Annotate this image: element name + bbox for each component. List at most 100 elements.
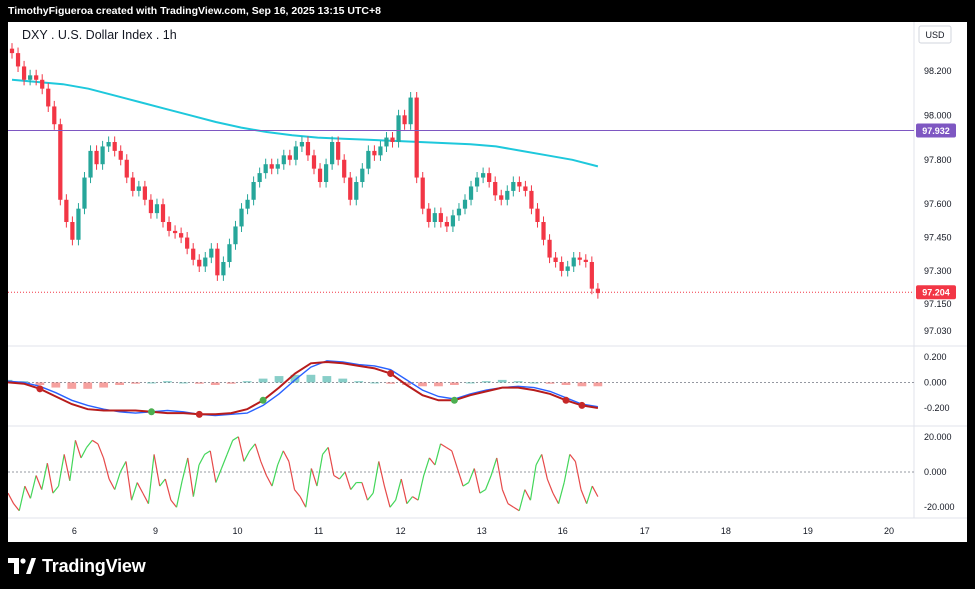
chart-canvas[interactable]: 97.932 97.204 98.200 98.000 97.800 97.600 97.4… <box>3 22 967 542</box>
candle[interactable] <box>426 203 431 228</box>
candle[interactable] <box>82 172 87 215</box>
candle[interactable] <box>583 254 588 268</box>
candle[interactable] <box>58 118 63 206</box>
candle[interactable] <box>438 207 443 228</box>
candle[interactable] <box>378 140 383 161</box>
candle[interactable] <box>106 136 111 152</box>
candle[interactable] <box>366 145 371 175</box>
candle[interactable] <box>493 176 498 201</box>
candle[interactable] <box>191 243 196 266</box>
candle[interactable] <box>396 109 401 148</box>
candle[interactable] <box>384 132 389 152</box>
candle[interactable] <box>529 185 534 215</box>
cross-dot[interactable] <box>147 408 155 416</box>
candle[interactable] <box>185 232 190 255</box>
candle[interactable] <box>481 167 486 184</box>
candle[interactable] <box>215 243 220 281</box>
candle[interactable] <box>154 198 160 219</box>
candle[interactable] <box>9 43 15 59</box>
candle[interactable] <box>209 243 214 264</box>
signal-line[interactable] <box>7 360 599 416</box>
candle[interactable] <box>263 158 268 179</box>
candle[interactable] <box>408 92 413 130</box>
candle[interactable] <box>311 149 317 175</box>
candle[interactable] <box>402 109 407 130</box>
candle[interactable] <box>76 203 81 246</box>
candle[interactable] <box>227 238 232 268</box>
candle[interactable] <box>148 194 154 219</box>
candle[interactable] <box>462 194 468 215</box>
cross-dot[interactable] <box>36 385 44 393</box>
candle[interactable] <box>541 216 546 246</box>
candle[interactable] <box>233 220 238 250</box>
candle[interactable] <box>166 216 172 237</box>
candle[interactable] <box>94 145 99 170</box>
candle[interactable] <box>112 136 117 157</box>
price-pane[interactable] <box>8 43 914 299</box>
candle[interactable] <box>221 256 226 281</box>
candle[interactable] <box>239 203 244 232</box>
cross-dot[interactable] <box>562 396 570 404</box>
candle[interactable] <box>444 216 449 232</box>
candle[interactable] <box>505 185 510 206</box>
candle[interactable] <box>269 158 274 175</box>
candle[interactable] <box>577 252 582 266</box>
candle[interactable] <box>336 136 341 166</box>
candle[interactable] <box>118 145 123 166</box>
candle[interactable] <box>305 136 311 161</box>
candle[interactable] <box>553 252 558 268</box>
candle[interactable] <box>203 252 208 272</box>
cross-dot[interactable] <box>450 396 458 404</box>
cross-dot[interactable] <box>578 401 586 409</box>
candle[interactable] <box>88 145 93 184</box>
candle[interactable] <box>281 149 286 170</box>
candle[interactable] <box>535 203 540 228</box>
candle[interactable] <box>40 74 45 95</box>
candle[interactable] <box>160 198 166 228</box>
candle[interactable] <box>589 256 594 295</box>
candle[interactable] <box>474 172 480 192</box>
candle[interactable] <box>64 194 69 228</box>
candle[interactable] <box>523 180 528 197</box>
candle[interactable] <box>565 260 570 277</box>
candle[interactable] <box>275 158 280 175</box>
candle[interactable] <box>372 145 377 161</box>
candle[interactable] <box>468 180 474 206</box>
candle[interactable] <box>517 176 522 192</box>
candle[interactable] <box>52 100 57 130</box>
candle[interactable] <box>70 216 75 246</box>
tradingview-branding[interactable]: TradingView <box>8 552 146 580</box>
candle[interactable] <box>354 176 359 206</box>
macd-pane[interactable] <box>3 360 914 418</box>
oscillator-pane[interactable] <box>7 436 914 512</box>
candle[interactable] <box>142 180 147 206</box>
candle[interactable] <box>136 180 141 197</box>
candle[interactable] <box>323 158 329 188</box>
candle[interactable] <box>15 47 21 72</box>
candle[interactable] <box>414 92 419 184</box>
candle[interactable] <box>547 234 552 264</box>
candle[interactable] <box>130 172 135 197</box>
candle[interactable] <box>293 140 298 166</box>
candle[interactable] <box>571 252 576 272</box>
candle[interactable] <box>124 154 129 184</box>
candle[interactable] <box>432 207 437 228</box>
candle[interactable] <box>245 194 250 215</box>
candle[interactable] <box>100 140 105 170</box>
cross-dot[interactable] <box>259 396 267 404</box>
candle[interactable] <box>487 167 492 188</box>
cross-dot[interactable] <box>387 370 395 378</box>
candle[interactable] <box>330 136 335 170</box>
candle[interactable] <box>197 254 202 272</box>
candle[interactable] <box>342 154 347 184</box>
candle[interactable] <box>360 163 365 188</box>
candle[interactable] <box>251 176 256 206</box>
candle[interactable] <box>450 209 456 232</box>
candle[interactable] <box>179 227 184 244</box>
currency-button[interactable]: USD <box>918 25 952 44</box>
candle[interactable] <box>317 163 323 188</box>
cross-dot[interactable] <box>195 410 203 418</box>
candle[interactable] <box>28 69 33 86</box>
candle[interactable] <box>559 256 564 277</box>
candle[interactable] <box>348 172 353 206</box>
